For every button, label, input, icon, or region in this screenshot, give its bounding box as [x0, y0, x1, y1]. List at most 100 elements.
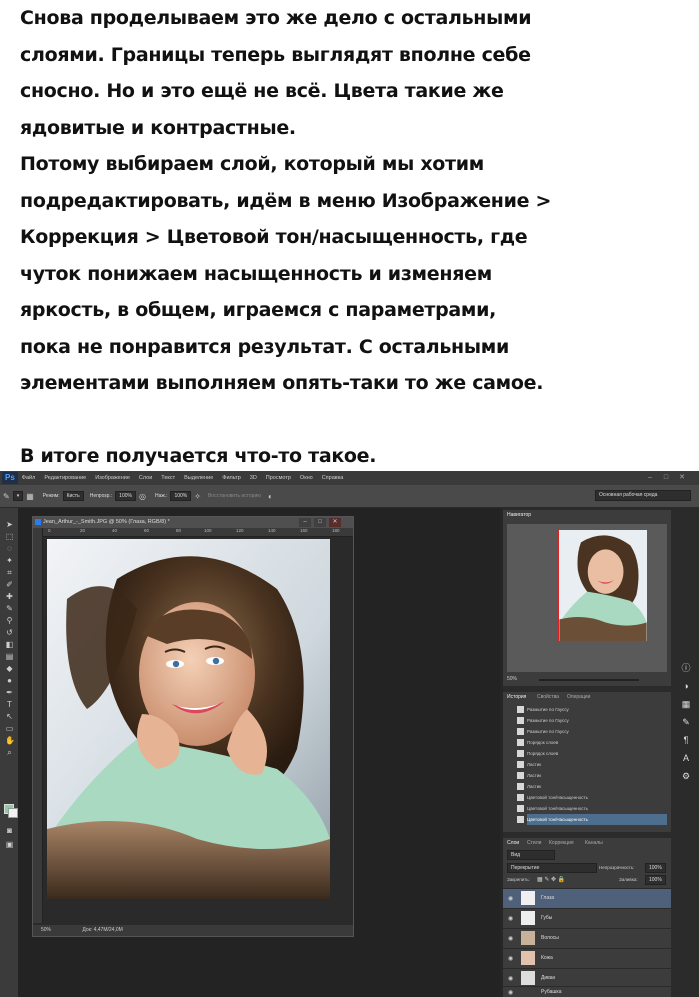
- opacity-field[interactable]: 100%: [115, 491, 136, 501]
- flow-field[interactable]: 100%: [170, 491, 192, 501]
- character-icon[interactable]: A: [680, 752, 692, 764]
- close-icon[interactable]: ✕: [675, 471, 689, 485]
- shape-tool-icon[interactable]: ▭: [5, 724, 14, 733]
- fill-field[interactable]: 100%: [645, 875, 666, 885]
- layer-row[interactable]: ◉ Губы: [503, 908, 671, 928]
- menu-view[interactable]: Просмотр: [266, 475, 291, 481]
- eye-icon[interactable]: ◉: [508, 989, 513, 996]
- menu-file[interactable]: Файл: [22, 475, 36, 481]
- dodge-tool-icon[interactable]: ●: [5, 676, 14, 685]
- eye-icon[interactable]: ◉: [508, 955, 513, 962]
- brush-panel-icon[interactable]: ▦: [26, 492, 34, 501]
- restore-history-checkbox[interactable]: Восстановить историю: [208, 493, 261, 499]
- layer-row-selected[interactable]: ◉ Глаза: [503, 888, 671, 908]
- eye-icon[interactable]: ◉: [508, 975, 513, 982]
- tab-properties[interactable]: Свойства: [537, 694, 559, 700]
- eyedropper-tool-icon[interactable]: ✐: [5, 580, 14, 589]
- brush-icon[interactable]: ✎: [3, 492, 10, 501]
- layer-filter-select[interactable]: Вид: [507, 850, 555, 860]
- doc-maximize-icon[interactable]: □: [314, 518, 326, 527]
- navigator-zoom-slider[interactable]: [539, 679, 639, 681]
- menu-window[interactable]: Окно: [300, 475, 313, 481]
- history-item[interactable]: Ластик: [517, 781, 667, 792]
- path-select-tool-icon[interactable]: ↖: [5, 712, 14, 721]
- layer-row[interactable]: ◉ Диван: [503, 968, 671, 988]
- pen-tool-icon[interactable]: ✒: [5, 688, 14, 697]
- history-item-selected[interactable]: Цветовой тон/Насыщенность: [517, 814, 667, 825]
- menu-type[interactable]: Текст: [161, 475, 175, 481]
- eye-icon[interactable]: ◉: [508, 895, 513, 902]
- lock-icon[interactable]: ▦ ✎ ✥ 🔒: [537, 876, 565, 883]
- blur-tool-icon[interactable]: ◆: [5, 664, 14, 673]
- lasso-tool-icon[interactable]: ◌: [5, 544, 14, 553]
- screen-mode-icon[interactable]: ▣: [5, 840, 14, 849]
- clone-source-icon[interactable]: ⚙: [680, 770, 692, 782]
- move-tool-icon[interactable]: ➤: [5, 520, 14, 529]
- navigator-view-box[interactable]: [558, 529, 648, 642]
- type-tool-icon[interactable]: T: [5, 700, 14, 709]
- tab-layers[interactable]: Слои: [507, 840, 519, 846]
- zoom-tool-icon[interactable]: ⌕: [5, 748, 14, 757]
- navigator-zoom[interactable]: 50%: [507, 676, 517, 682]
- brush-presets-icon[interactable]: ✎: [680, 716, 692, 728]
- brush-size-field[interactable]: ▾: [12, 491, 24, 501]
- eraser-tool-icon[interactable]: ◧: [5, 640, 14, 649]
- menu-layers[interactable]: Слои: [139, 475, 152, 481]
- history-item[interactable]: Размытие по Гауссу: [517, 726, 667, 737]
- menu-help[interactable]: Справка: [322, 475, 344, 481]
- maximize-icon[interactable]: □: [659, 471, 673, 485]
- swatches-icon[interactable]: ▦: [680, 698, 692, 710]
- document-title-bar[interactable]: Jean_Arthur_-_Smith.JPG @ 50% (Глаза, RG…: [33, 517, 353, 528]
- history-item[interactable]: Цветовой тон/Насыщенность: [517, 792, 667, 803]
- layer-row[interactable]: ◉ Кожа: [503, 948, 671, 968]
- zoom-level[interactable]: 50%: [41, 927, 51, 933]
- workspace-select[interactable]: Основная рабочая среда: [595, 490, 691, 501]
- pressure-icon[interactable]: ◎: [139, 492, 146, 501]
- healing-tool-icon[interactable]: ✚: [5, 592, 14, 601]
- history-item[interactable]: Порядок слоев: [517, 737, 667, 748]
- eye-icon[interactable]: ◉: [508, 935, 513, 942]
- vertical-ruler[interactable]: [33, 528, 43, 923]
- airbrush-icon[interactable]: ✧: [194, 492, 201, 501]
- gradient-tool-icon[interactable]: ▤: [5, 652, 14, 661]
- navigator-preview[interactable]: [507, 524, 667, 672]
- history-item[interactable]: Размытие по Гауссу: [517, 715, 667, 726]
- menu-image[interactable]: Изображение: [95, 475, 130, 481]
- tab-actions[interactable]: Операции: [567, 694, 590, 700]
- marquee-tool-icon[interactable]: ⬚: [5, 532, 14, 541]
- background-color-swatch[interactable]: [8, 808, 18, 818]
- doc-close-icon[interactable]: ✕: [329, 518, 341, 527]
- menu-filter[interactable]: Фильтр: [222, 475, 240, 481]
- blend-mode-select[interactable]: Перекрытие: [507, 863, 597, 873]
- history-item[interactable]: Ластик: [517, 770, 667, 781]
- paragraph-icon[interactable]: ¶: [680, 734, 692, 746]
- brush-tool-icon[interactable]: ✎: [5, 604, 14, 613]
- tab-styles[interactable]: Стили: [527, 840, 541, 846]
- menu-edit[interactable]: Редактирование: [44, 475, 86, 481]
- crop-tool-icon[interactable]: ⌗: [5, 568, 14, 577]
- horizontal-ruler[interactable]: 0 20 40 60 80 100 120 140 160 180: [42, 528, 353, 537]
- doc-minimize-icon[interactable]: –: [299, 518, 311, 527]
- tablet-icon[interactable]: ◐: [268, 492, 273, 501]
- stamp-tool-icon[interactable]: ⚲: [5, 616, 14, 625]
- history-item[interactable]: Размытие по Гауссу: [517, 704, 667, 715]
- mode-select[interactable]: Кисть: [62, 491, 84, 501]
- portrait-photo[interactable]: [47, 539, 330, 899]
- hand-tool-icon[interactable]: ✋: [5, 736, 15, 745]
- menu-select[interactable]: Выделение: [184, 475, 213, 481]
- quick-mask-icon[interactable]: ◙: [5, 826, 14, 835]
- layer-row[interactable]: ◉ Рубашка: [503, 986, 671, 997]
- document-window[interactable]: Jean_Arthur_-_Smith.JPG @ 50% (Глаза, RG…: [32, 516, 354, 937]
- info-icon[interactable]: ⓘ: [680, 662, 692, 674]
- history-item[interactable]: Цветовой тон/Насыщенность: [517, 803, 667, 814]
- tab-navigator[interactable]: Навигатор: [507, 512, 531, 518]
- tab-adjustments[interactable]: Коррекция: [549, 840, 574, 846]
- menu-3d[interactable]: 3D: [250, 475, 257, 481]
- eye-icon[interactable]: ◉: [508, 915, 513, 922]
- quick-select-tool-icon[interactable]: ✦: [5, 556, 14, 565]
- minimize-icon[interactable]: –: [643, 471, 657, 485]
- tab-channels[interactable]: Каналы: [585, 840, 603, 846]
- layer-row[interactable]: ◉ Волосы: [503, 928, 671, 948]
- history-item[interactable]: Ластик: [517, 759, 667, 770]
- layer-opacity-field[interactable]: 100%: [645, 863, 666, 873]
